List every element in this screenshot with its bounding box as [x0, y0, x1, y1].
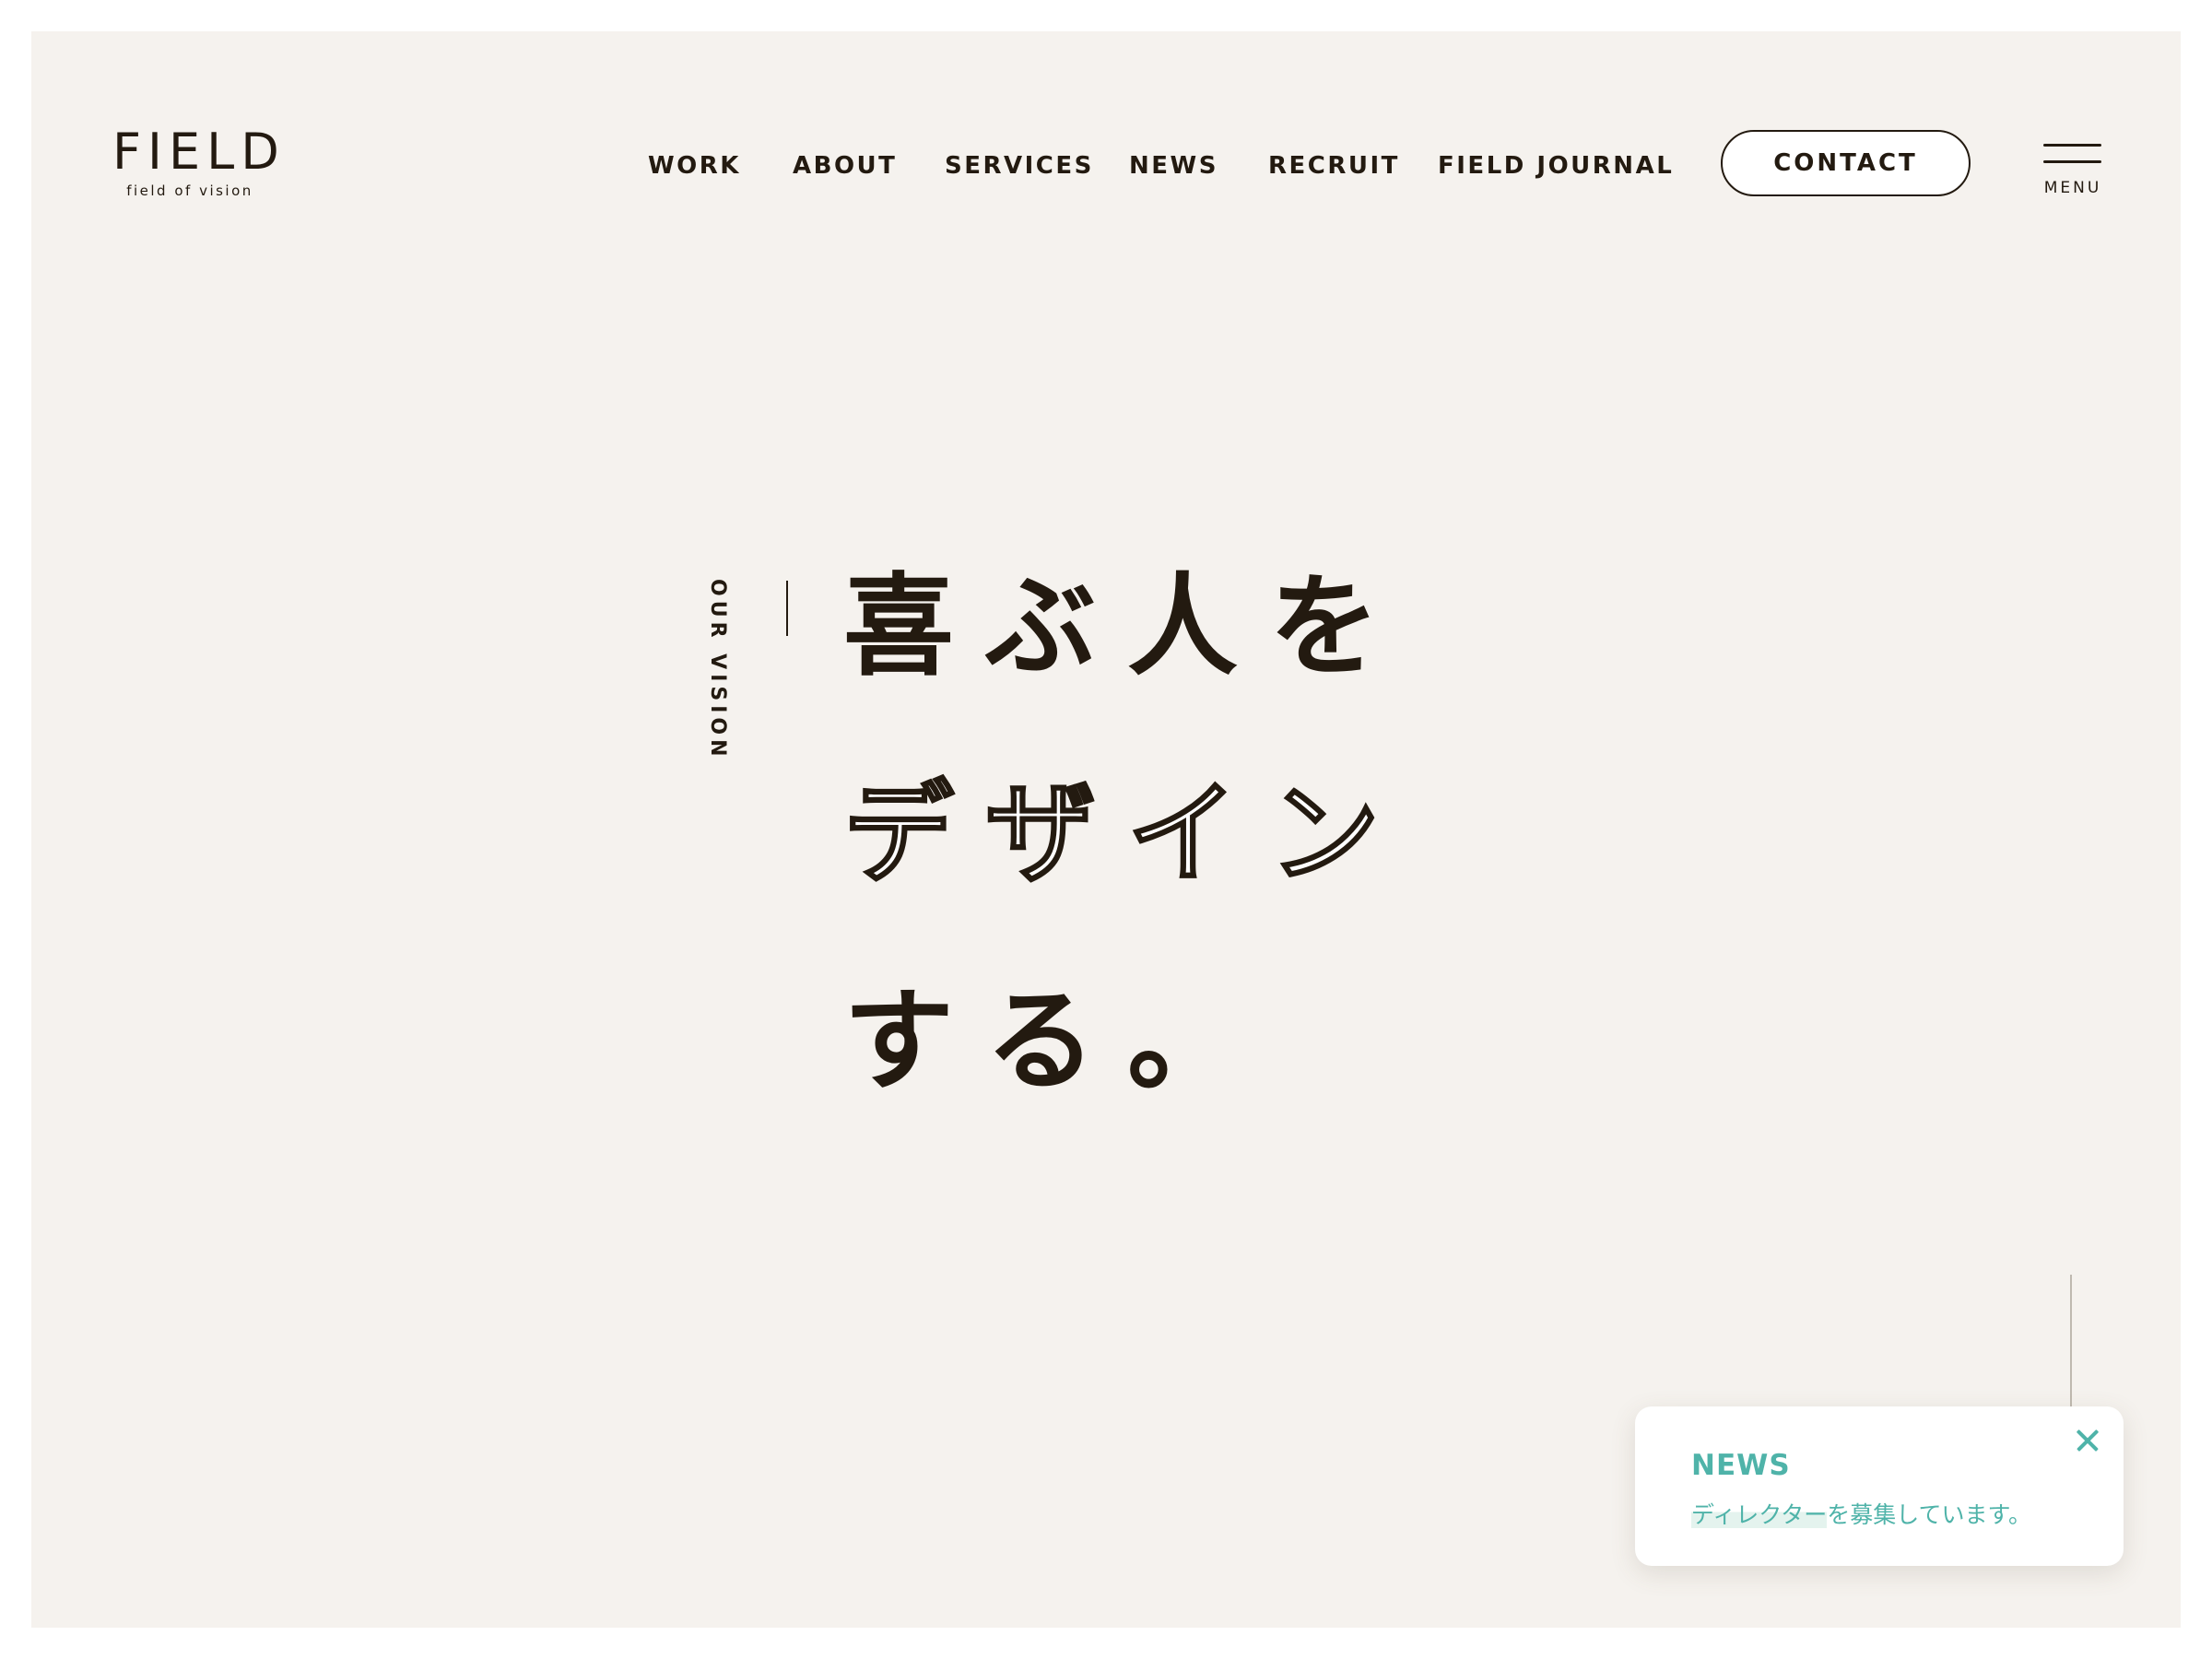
headline-line-1: 喜ぶ人を — [843, 563, 1411, 692]
close-icon[interactable] — [2072, 1425, 2103, 1456]
nav-item-field-journal[interactable]: FIELD JOURNAL — [1438, 147, 1674, 184]
site-logo[interactable]: FIELD field of vision — [109, 123, 286, 200]
vision-divider — [786, 581, 788, 636]
logo-wordmark: FIELD — [112, 123, 286, 181]
nav-item-news[interactable]: NEWS — [1129, 147, 1218, 184]
hamburger-icon-line — [2043, 160, 2101, 163]
nav-item-about[interactable]: ABOUT — [793, 147, 897, 184]
nav-item-services[interactable]: SERVICES — [945, 147, 1094, 184]
nav-item-recruit[interactable]: RECRUIT — [1268, 147, 1400, 184]
news-popup-title: NEWS — [1691, 1449, 1791, 1482]
news-connector-line — [2070, 1275, 2072, 1413]
news-highlight-text: ディレクター — [1691, 1501, 1828, 1528]
headline-line-3: する。 — [843, 987, 1411, 1194]
hero-headline: 喜ぶ人を デザイン する。 — [842, 563, 1411, 1194]
news-popup-link[interactable]: ディレクターを募集しています。 — [1691, 1499, 2031, 1532]
headline-line-2: デザイン — [842, 771, 1411, 900]
news-popup[interactable]: NEWS ディレクターを募集しています。 — [1635, 1406, 2124, 1566]
hamburger-icon-line — [2043, 144, 2101, 147]
menu-label: MENU — [2043, 179, 2102, 197]
contact-button[interactable]: CONTACT — [1721, 130, 1971, 196]
nav-item-work[interactable]: WORK — [648, 147, 741, 184]
menu-button[interactable]: MENU — [2041, 138, 2105, 199]
section-label-our-vision: OUR VISION — [706, 579, 729, 761]
news-body-text: を募集しています。 — [1827, 1501, 2032, 1528]
logo-tagline: field of vision — [126, 182, 253, 199]
